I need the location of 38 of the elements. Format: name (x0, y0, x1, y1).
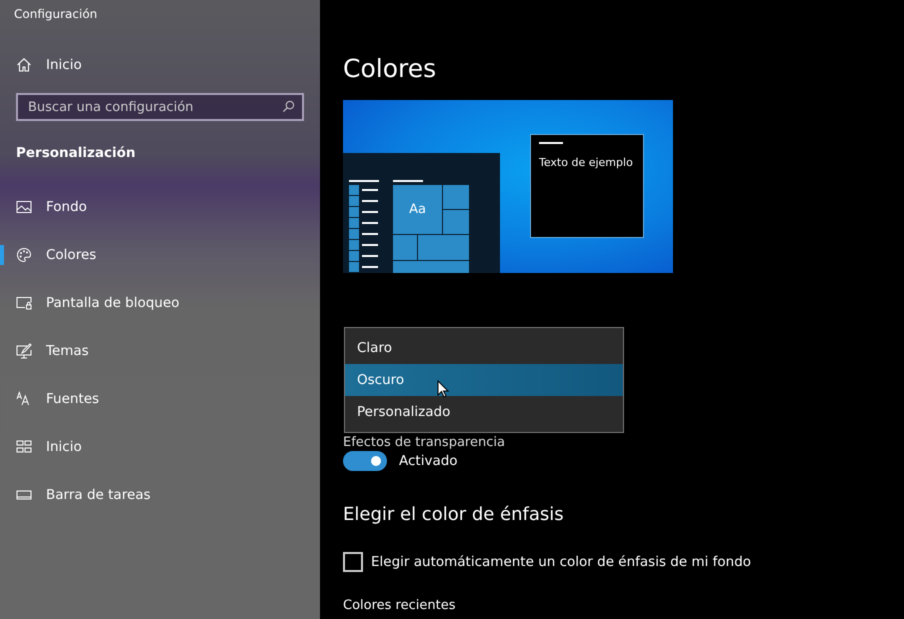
toggle-switch[interactable] (343, 451, 387, 471)
toggle-state: Activado (399, 453, 458, 469)
search-field[interactable]: Buscar una configuración (16, 93, 304, 121)
image-icon (16, 199, 32, 215)
window-title: Configuración (13, 6, 98, 23)
tile (418, 235, 469, 260)
heading-line (393, 180, 423, 182)
sidebar-item[interactable]: Colores (0, 231, 320, 279)
sidebar-item[interactable]: Temas (0, 327, 320, 375)
tile (443, 210, 469, 234)
tile (393, 235, 417, 260)
fonts-icon (16, 391, 32, 407)
sidebar-item[interactable]: Inicio (0, 423, 320, 471)
sidebar-item[interactable]: Fondo (0, 183, 320, 231)
home-icon (16, 57, 32, 73)
menu-option[interactable]: Claro (345, 332, 623, 364)
menu-option[interactable]: Oscuro (345, 364, 623, 396)
search-icon (282, 100, 295, 113)
sample-tile: Aa (393, 185, 442, 234)
section-heading: Personalización (15, 144, 136, 163)
mouse-pointer-icon (437, 380, 449, 398)
sidebar-item[interactable]: Barra de tareas (0, 471, 320, 519)
sample-text: Texto de ejemplo (539, 156, 634, 169)
checkbox-label: Elegir automáticamente un color de énfasis de mi fondo (371, 554, 752, 570)
palette-icon (16, 247, 32, 263)
page-title: Colores (343, 54, 438, 85)
menu-option[interactable]: Personalizado (345, 396, 623, 428)
home-link[interactable]: Inicio (0, 45, 320, 85)
checkbox[interactable] (343, 552, 363, 572)
section-title: Elegir el color de énfasis (343, 504, 565, 527)
tile (443, 185, 469, 209)
subsection-label: Colores recientes (343, 598, 456, 613)
sidebar-item[interactable]: Fuentes (0, 375, 320, 423)
start-tiles-icon (16, 439, 32, 455)
lock-screen-icon (16, 295, 32, 311)
theme-icon (16, 343, 32, 359)
setting-label: Efectos de transparencia (343, 435, 506, 450)
sidebar-item[interactable]: Pantalla de bloqueo (0, 279, 320, 327)
